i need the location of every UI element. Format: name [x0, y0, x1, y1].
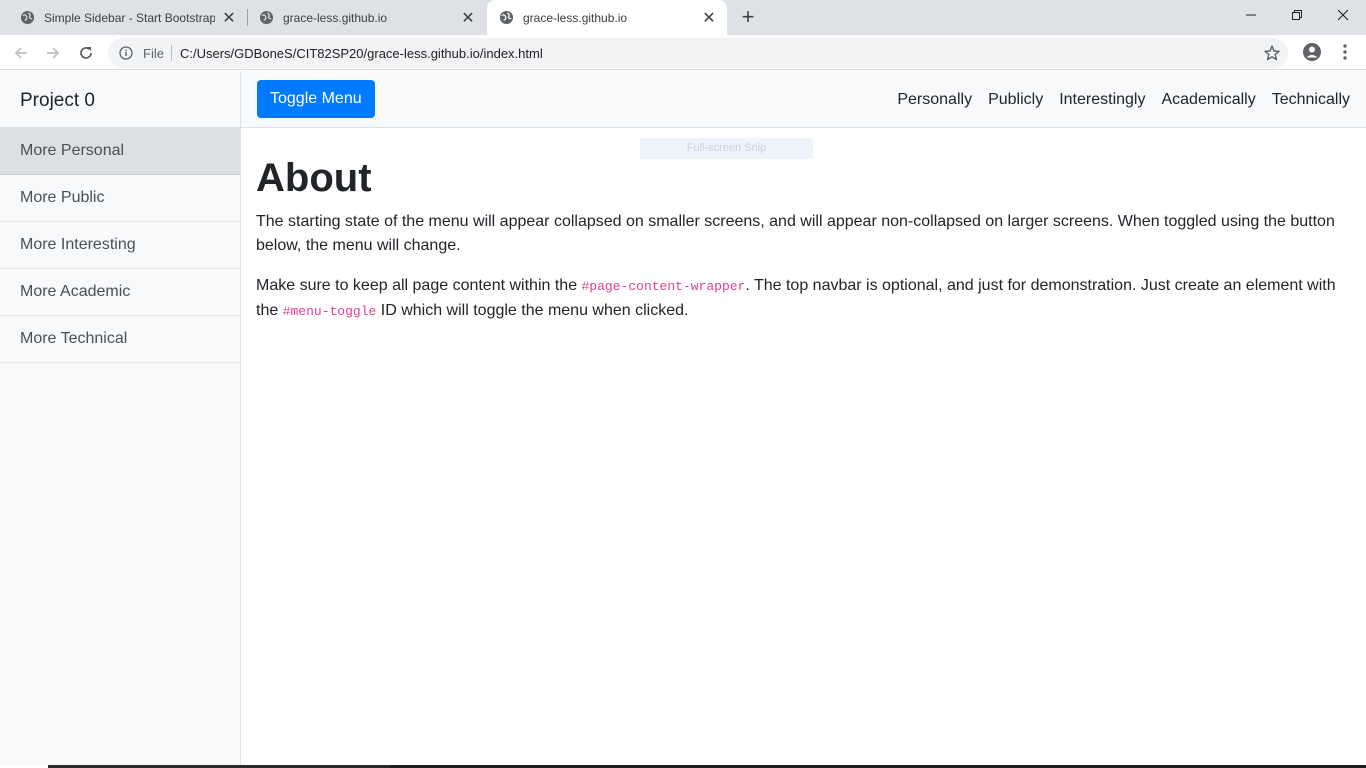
close-icon[interactable]: ✕ [701, 10, 717, 27]
sidebar-item-academic[interactable]: More Academic [0, 269, 240, 316]
browser-tab-2[interactable]: grace-less.github.io ✕ [248, 0, 486, 35]
globe-icon [259, 10, 274, 25]
globe-icon [20, 10, 35, 25]
sidebar-item-technical[interactable]: More Technical [0, 316, 240, 363]
close-icon[interactable]: ✕ [221, 10, 237, 27]
url-text[interactable]: C:/Users/GDBoneS/CIT82SP20/grace-less.gi… [180, 46, 543, 61]
tab-title: Simple Sidebar - Start Bootstrap [44, 10, 215, 25]
code-snippet: #menu-toggle [282, 304, 377, 319]
paragraph-text: Make sure to keep all page content withi… [256, 277, 582, 294]
paragraph-text: ID which will toggle the menu when click… [376, 302, 689, 319]
sidebar-item-personal[interactable]: More Personal [0, 128, 240, 175]
back-icon[interactable] [9, 41, 33, 65]
close-icon[interactable]: ✕ [460, 10, 476, 27]
browser-tab-3[interactable]: grace-less.github.io ✕ [487, 0, 727, 35]
page-title: About [256, 156, 372, 200]
omnibox-divider [171, 45, 172, 61]
scheme-label: File [143, 46, 164, 61]
code-snippet: #page-content-wrapper [581, 279, 746, 294]
sidebar-heading: Project 0 [0, 71, 240, 128]
plus-icon[interactable]: + [737, 6, 759, 28]
tab-title: grace-less.github.io [523, 10, 628, 25]
globe-icon [499, 10, 514, 25]
account-icon[interactable] [1302, 42, 1322, 62]
navbar-links: Personally Publicly Interestingly Academ… [881, 71, 1350, 128]
address-bar[interactable]: File C:/Users/GDBoneS/CIT82SP20/grace-le… [108, 38, 1288, 68]
nav-link-personally[interactable]: Personally [897, 91, 972, 109]
sidebar-item-interesting[interactable]: More Interesting [0, 222, 240, 269]
nav-link-academically[interactable]: Academically [1161, 91, 1255, 109]
nav-link-technically[interactable]: Technically [1272, 91, 1350, 109]
browser-toolbar: File C:/Users/GDBoneS/CIT82SP20/grace-le… [0, 35, 1366, 70]
top-navbar: Toggle Menu Personally Publicly Interest… [241, 71, 1366, 128]
intro-paragraph: The starting state of the menu will appe… [256, 213, 1335, 254]
menu-dots-icon[interactable] [1335, 42, 1355, 62]
star-icon[interactable] [1263, 44, 1281, 62]
restore-icon[interactable] [1274, 0, 1320, 30]
nav-link-interestingly[interactable]: Interestingly [1059, 91, 1145, 109]
info-icon[interactable] [119, 46, 133, 60]
tab-strip: Simple Sidebar - Start Bootstrap ✕ grace… [0, 0, 1366, 35]
window-close-icon[interactable] [1320, 0, 1366, 30]
snip-overlay: Full-screen Snip [640, 138, 813, 159]
reload-icon[interactable] [74, 41, 98, 65]
sidebar: Project 0 More Personal More Public More… [0, 71, 241, 768]
nav-link-publicly[interactable]: Publicly [988, 91, 1043, 109]
web-page: Project 0 More Personal More Public More… [0, 71, 1366, 768]
instruction-paragraph: Make sure to keep all page content withi… [256, 274, 1351, 324]
sidebar-item-public[interactable]: More Public [0, 175, 240, 222]
toggle-menu-button[interactable]: Toggle Menu [257, 80, 375, 118]
page-content-wrapper: Toggle Menu Personally Publicly Interest… [241, 71, 1366, 768]
forward-icon[interactable] [41, 41, 65, 65]
tab-title: grace-less.github.io [283, 10, 388, 25]
browser-tab-1[interactable]: Simple Sidebar - Start Bootstrap ✕ [0, 0, 247, 35]
minimize-icon[interactable] [1228, 0, 1274, 30]
